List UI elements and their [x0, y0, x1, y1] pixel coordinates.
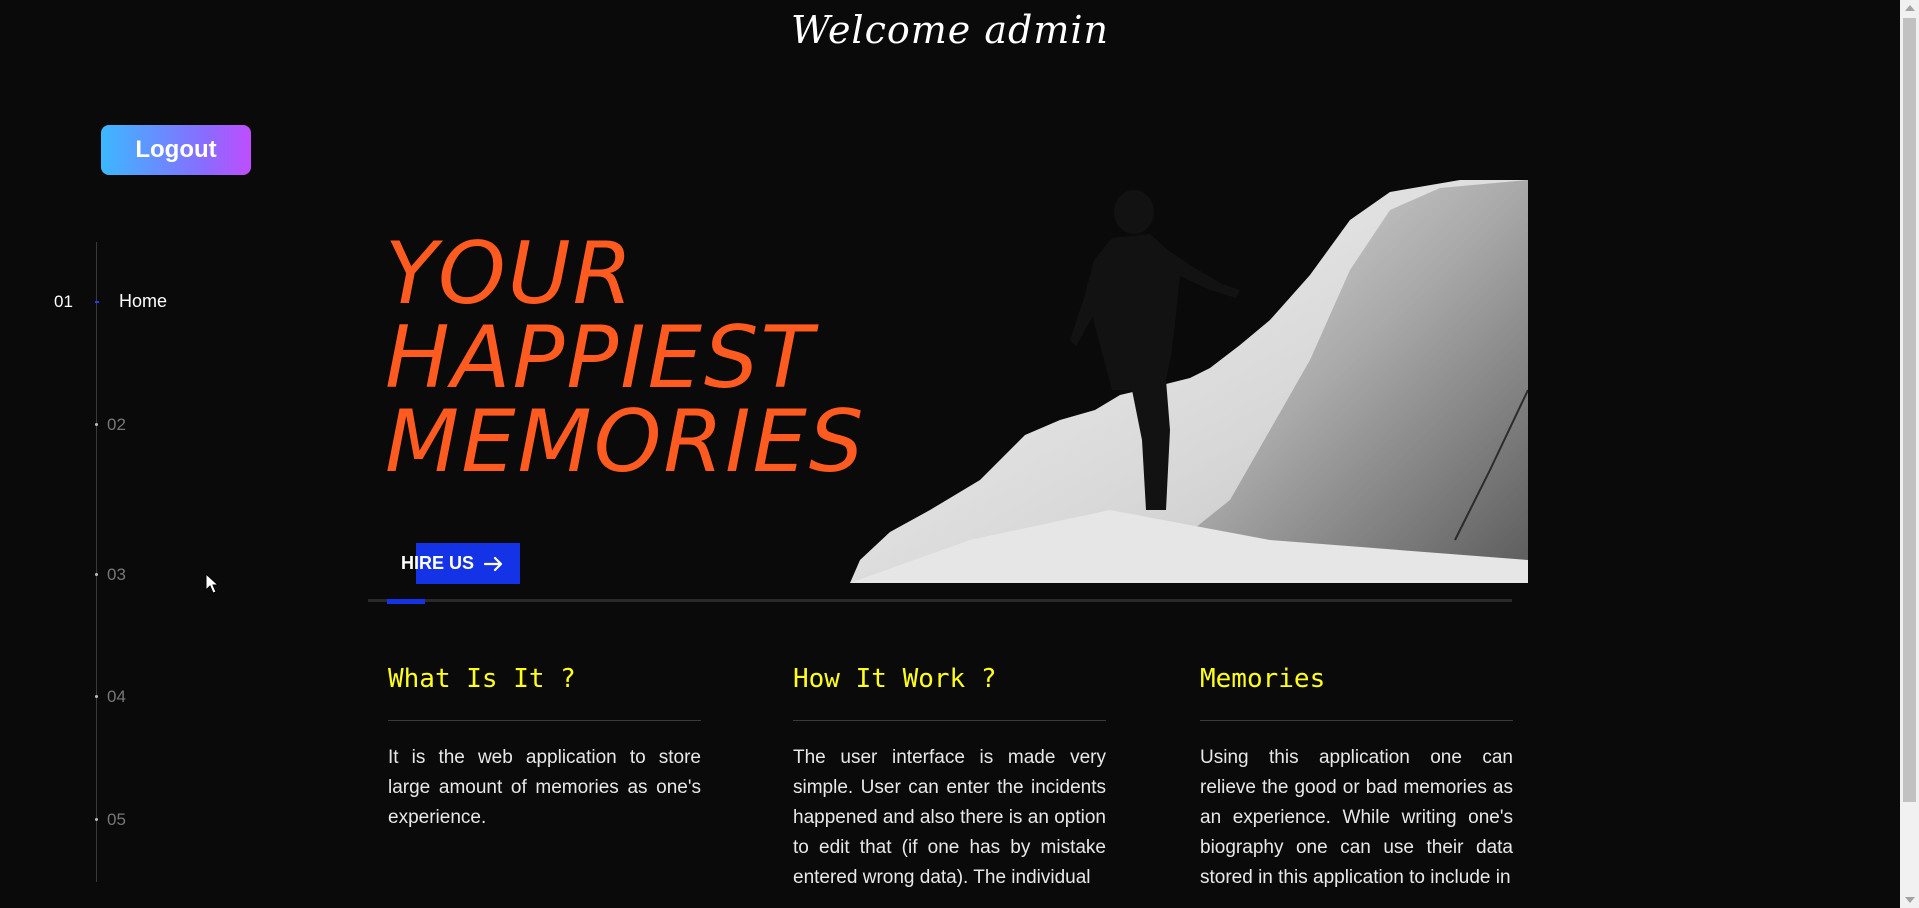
slider-progress-fill — [387, 599, 425, 604]
hero-title: YOUR HAPPIEST MEMORIES — [385, 224, 866, 492]
logout-button[interactable]: Logout — [101, 125, 251, 175]
app-root: Welcome admin Logout 01 Home 02 03 04 05… — [0, 0, 1919, 908]
side-nav-dot-02 — [95, 423, 98, 426]
welcome-heading: Welcome admin — [790, 8, 1109, 52]
section-divider — [388, 720, 701, 721]
section-text: Using this application one can relieve t… — [1200, 747, 1513, 888]
section-text: It is the web application to store large… — [388, 747, 701, 828]
side-nav-dot-04 — [95, 695, 98, 698]
side-nav-dot-05 — [95, 818, 98, 821]
scroll-down-arrow-icon[interactable] — [1905, 897, 1915, 903]
section-text: The user interface is made very simple. … — [793, 747, 1106, 888]
hero-line-2: HAPPIEST — [385, 308, 816, 408]
side-nav-label-home[interactable]: Home — [119, 291, 167, 312]
page-scrollbar[interactable] — [1900, 0, 1919, 908]
side-nav-number-04[interactable]: 04 — [107, 687, 126, 707]
side-nav-line — [96, 242, 97, 882]
scrollbar-thumb[interactable] — [1903, 18, 1916, 802]
section-how-it-work: How It Work ? The user interface is made… — [793, 664, 1106, 893]
scroll-up-arrow-icon[interactable] — [1905, 5, 1915, 11]
side-nav-dot-03 — [95, 573, 98, 576]
slider-progress-track — [368, 599, 1512, 602]
side-nav-number-05[interactable]: 05 — [107, 810, 126, 830]
section-title: How It Work ? — [793, 664, 997, 694]
hero-image-snow-skater — [850, 180, 1528, 583]
side-nav-dot-01 — [95, 301, 99, 303]
section-divider — [793, 720, 1106, 721]
arrow-right-icon — [484, 556, 503, 571]
section-what-is-it: What Is It ? It is the web application t… — [388, 664, 701, 833]
mouse-cursor-icon — [205, 573, 219, 594]
hire-us-label: HIRE US — [401, 553, 475, 573]
hero-line-1: YOUR — [385, 224, 635, 324]
side-nav-number-02[interactable]: 02 — [107, 415, 126, 435]
section-title: What Is It ? — [388, 664, 576, 694]
side-nav-number-03[interactable]: 03 — [107, 565, 126, 585]
section-memories: Memories Using this application one can … — [1200, 664, 1513, 893]
hire-us-button[interactable]: HIRE US — [389, 543, 521, 584]
section-title: Memories — [1200, 664, 1326, 694]
hero-line-3: MEMORIES — [385, 392, 866, 492]
section-divider — [1200, 720, 1513, 721]
side-nav-number-01[interactable]: 01 — [54, 292, 73, 312]
